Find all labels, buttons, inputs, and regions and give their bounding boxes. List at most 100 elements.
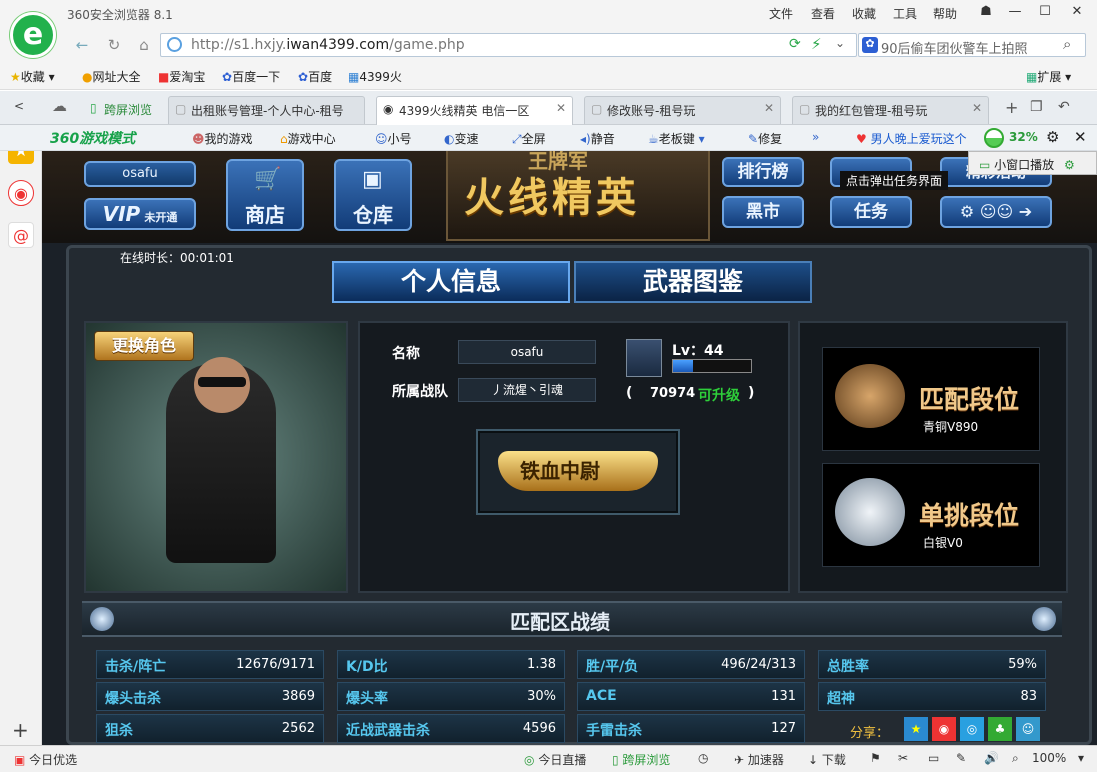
share-friends-icon[interactable]: ☺ [1016,717,1040,741]
menu-help[interactable]: 帮助 [933,5,957,22]
game-center-button[interactable]: ⌂游戏中心 [280,130,336,147]
share-tencent-icon[interactable]: ◎ [960,717,984,741]
warehouse-button[interactable]: ▣ 仓库 [334,159,412,231]
close-tab-icon[interactable]: ✕ [764,101,774,115]
back-icon[interactable]: ← [70,34,94,56]
status-download[interactable]: ↓ 下载 [808,751,846,768]
tab-list-icon[interactable]: ❐ [1030,99,1043,115]
share-clover-icon[interactable]: ♣ [988,717,1012,741]
tab-game[interactable]: ◉ 4399火线精英 电信一区 ✕ [376,96,573,126]
alt-account-button[interactable]: ☺小号 [375,130,412,147]
sidebar [0,125,42,745]
close-tab-icon[interactable]: ✕ [556,101,566,115]
sidebar-add-button[interactable]: + [12,718,29,742]
status-live[interactable]: ◎ 今日直播 [524,751,586,768]
my-games-button[interactable]: ☻我的游戏 [192,130,253,147]
speed-icon[interactable]: ⚡ [811,35,822,53]
speed-change-button[interactable]: ◐变速 [444,130,479,147]
url-field[interactable]: http://s1.hxjy.iwan4399.com/game.php ⟳ ⚡… [160,33,857,57]
memory-icon[interactable] [984,128,1004,148]
status-accelerator[interactable]: ✈ 加速器 [734,751,784,768]
repair-button[interactable]: ✎修复 [748,130,782,147]
cloud-icon[interactable]: ☁ [52,97,67,115]
tab-cross-screen[interactable]: ▯ 跨屏浏览 [82,96,162,124]
character-panel [84,321,348,593]
refresh-icon[interactable]: ↻ [102,34,126,56]
mini-settings-icon[interactable]: ⚙ [1064,158,1075,172]
boss-key-button[interactable]: ☕老板键 ▾ [648,130,705,147]
box-icon: ▣ [362,167,383,192]
tab-red-packet[interactable]: ▢ 我的红包管理-租号玩 ✕ [792,96,989,124]
home-icon[interactable]: ⌂ [132,34,156,56]
stat-label: 超神 [827,691,855,707]
exp-bar [672,359,752,373]
close-window-button[interactable]: ✕ [1062,0,1092,24]
mute-button[interactable]: ◂)静音 [580,130,615,147]
fav-baidu[interactable]: ✿百度 [298,68,332,85]
stat-label: 爆头击杀 [105,691,161,707]
vip-button[interactable]: VIP 未开通 [84,198,196,230]
status-zoom-level[interactable]: 100% [1032,751,1066,765]
team-label: 所属战队 [392,384,448,400]
status-screenshot-icon[interactable]: ✂ [898,751,908,765]
silver-badge-icon [835,478,905,546]
change-role-button[interactable]: 更换角色 [94,331,194,361]
fav-4399[interactable]: ▦4399火 [348,68,402,85]
tab-rental-account[interactable]: ▢ 出租账号管理-个人中心-租号 [168,96,365,124]
fav-taobao[interactable]: ■爱淘宝 [158,68,205,85]
fav-wangzhi[interactable]: ●网址大全 [82,68,141,85]
site-icon [167,37,182,52]
today-picks[interactable]: ▣ 今日优选 [14,751,77,768]
favorites-button[interactable]: ★收藏 ▾ [10,68,55,85]
minimize-button[interactable]: — [1000,0,1030,24]
menu-view[interactable]: 查看 [811,5,835,22]
share-qzone-icon[interactable]: ★ [904,717,928,741]
share-weibo-icon[interactable]: ◉ [932,717,956,741]
ranking-button[interactable]: 排行榜 [722,157,804,187]
extend-button[interactable]: ▦扩展 ▾ [1026,68,1071,85]
mail-icon[interactable]: @ [8,222,34,248]
undo-close-icon[interactable]: ↶ [1058,99,1070,115]
friends-icon[interactable]: ☺☺ [980,202,1013,221]
stat-label: 手雷击杀 [586,723,642,739]
status-tools-icon[interactable]: ✎ [956,751,966,765]
status-flag-icon[interactable]: ⚑ [870,751,881,765]
match-rank-box: 匹配段位 青铜Ⅴ890 [822,347,1040,451]
tab-personal-info[interactable]: 个人信息 [332,261,570,303]
tab-scroll-left-icon[interactable]: < [14,99,24,113]
fullscreen-button[interactable]: ⤢全屏 [512,130,546,147]
settings-group[interactable]: ⚙ ☺☺ ➔ [940,196,1052,228]
more-button[interactable]: » [812,130,819,144]
status-display-icon[interactable]: ▭ [928,751,939,765]
close-tab-icon[interactable]: ✕ [972,101,982,115]
status-more-icon[interactable]: ▾ [1078,751,1084,765]
url-text: http://s1.hxjy.iwan4399.com/game.php [191,37,465,53]
fav-baidu-yixia[interactable]: ✿百度一下 [222,68,280,85]
search-icon[interactable]: ⌕ [1063,35,1071,53]
black-market-button[interactable]: 黑市 [722,196,804,228]
mini-window-button[interactable]: ▭ 小窗口播放 ⚙ [968,151,1097,175]
search-field[interactable]: ✿ 90后偷车团伙警车上拍照 ⌕ [858,33,1086,57]
weibo-icon[interactable]: ◉ [8,180,34,206]
maximize-button[interactable]: ☐ [1030,0,1060,24]
shop-button[interactable]: 🛒 商店 [226,159,304,231]
promo-link[interactable]: ♥ 男人晚上爱玩这个 [856,130,967,147]
tab-weapon-guide[interactable]: 武器图鉴 [574,261,812,303]
status-zoom-icon[interactable]: ⌕ [1012,751,1019,766]
menu-favorites[interactable]: 收藏 [852,5,876,22]
status-history-icon[interactable]: ◷ [698,751,708,765]
new-tab-button[interactable]: + [1005,98,1018,117]
menu-tools[interactable]: 工具 [893,5,917,22]
security-icon[interactable]: ⟳ [789,36,801,52]
status-cross-screen[interactable]: ▯ 跨屏浏览 [612,751,670,768]
status-sound-icon[interactable]: 🔊 [984,751,999,765]
settings-icon[interactable]: ⚙ [960,202,974,221]
tab-modify-account[interactable]: ▢ 修改账号-租号玩 ✕ [584,96,781,124]
menu-file[interactable]: 文件 [769,5,793,22]
close-game-bar-icon[interactable]: ✕ [1074,128,1087,146]
settings-gear-icon[interactable]: ⚙ [1046,128,1059,146]
skin-icon[interactable]: ☗ [971,0,1001,24]
task-button[interactable]: 任务 [830,196,912,228]
exit-icon[interactable]: ➔ [1019,202,1032,221]
url-dropdown-icon[interactable]: ⌄ [835,36,845,50]
